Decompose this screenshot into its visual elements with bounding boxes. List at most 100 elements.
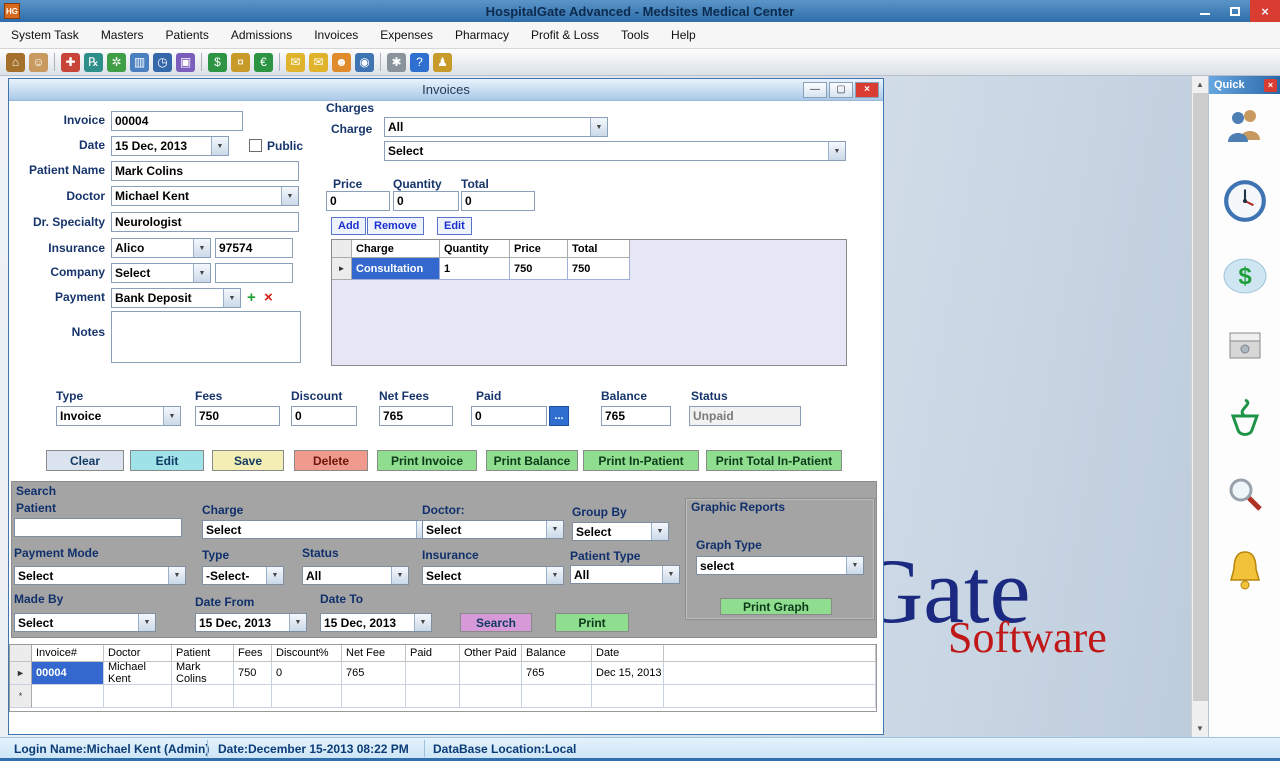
chevron-down-icon[interactable]: ▼ bbox=[828, 142, 845, 160]
print-graph-button[interactable]: Print Graph bbox=[720, 598, 832, 615]
child-restore-button[interactable]: ▢ bbox=[829, 82, 853, 98]
print-total-inpatient-button[interactable]: Print Total In-Patient bbox=[706, 450, 842, 471]
payment-mode-combo[interactable]: Select ▼ bbox=[14, 566, 186, 585]
cash-icon[interactable]: ¤ bbox=[231, 53, 250, 72]
search-doctor-combo[interactable]: Select ▼ bbox=[422, 520, 564, 539]
remove-payment-icon[interactable]: × bbox=[264, 290, 273, 305]
chevron-down-icon[interactable]: ▼ bbox=[846, 557, 863, 574]
results-grid-row[interactable]: ► 00004 Michael Kent Mark Colins 750 0 7… bbox=[10, 662, 876, 685]
web-icon[interactable]: ◉ bbox=[355, 53, 374, 72]
search-insurance-combo[interactable]: Select ▼ bbox=[422, 566, 564, 585]
chevron-down-icon[interactable]: ▼ bbox=[651, 523, 668, 540]
graph-type-combo[interactable]: select ▼ bbox=[696, 556, 864, 575]
chat-icon[interactable]: ✉ bbox=[309, 53, 328, 72]
print-button[interactable]: Print bbox=[555, 613, 629, 632]
user-icon[interactable]: ♟ bbox=[433, 53, 452, 72]
maximize-button[interactable] bbox=[1220, 0, 1250, 22]
notes-field[interactable] bbox=[111, 311, 301, 363]
child-close-button[interactable]: × bbox=[855, 82, 879, 98]
billing-icon[interactable]: $ bbox=[1222, 256, 1268, 301]
tools-icon[interactable]: ✱ bbox=[387, 53, 406, 72]
imaging-icon[interactable]: ▣ bbox=[176, 53, 195, 72]
menu-admissions[interactable]: Admissions bbox=[220, 23, 303, 47]
print-balance-button[interactable]: Print Balance bbox=[486, 450, 578, 471]
charge-filter-combo[interactable]: All ▼ bbox=[384, 117, 608, 137]
chevron-down-icon[interactable]: ▼ bbox=[414, 614, 431, 631]
search-type-combo[interactable]: -Select- ▼ bbox=[202, 566, 284, 585]
menu-pharmacy[interactable]: Pharmacy bbox=[444, 23, 520, 47]
col-fees[interactable]: Fees bbox=[234, 645, 272, 662]
delete-button[interactable]: Delete bbox=[294, 450, 368, 471]
print-inpatient-button[interactable]: Print In-Patient bbox=[583, 450, 699, 471]
edit-charge-button[interactable]: Edit bbox=[437, 217, 472, 235]
save-button[interactable]: Save bbox=[212, 450, 284, 471]
quick-close-icon[interactable]: × bbox=[1264, 79, 1277, 92]
staff-icon[interactable] bbox=[1223, 106, 1267, 151]
chevron-down-icon[interactable]: ▼ bbox=[662, 566, 679, 583]
date-from-picker[interactable]: 15 Dec, 2013 ▼ bbox=[195, 613, 307, 632]
insurance-combo[interactable]: Alico ▼ bbox=[111, 238, 211, 258]
help-icon[interactable]: ? bbox=[410, 53, 429, 72]
message-icon[interactable]: ✉ bbox=[286, 53, 305, 72]
chevron-down-icon[interactable]: ▼ bbox=[546, 567, 563, 584]
prescription-icon[interactable]: ℞ bbox=[84, 53, 103, 72]
edit-button[interactable]: Edit bbox=[130, 450, 204, 471]
scrollbar-thumb[interactable] bbox=[1193, 93, 1208, 701]
charge-total-field[interactable]: 0 bbox=[461, 191, 535, 211]
col-doctor[interactable]: Doctor bbox=[104, 645, 172, 662]
col-charge[interactable]: Charge bbox=[352, 240, 440, 258]
insurance-number-field[interactable]: 97574 bbox=[215, 238, 293, 258]
col-date[interactable]: Date bbox=[592, 645, 664, 662]
balance-field[interactable]: 765 bbox=[601, 406, 671, 426]
search-patient-input[interactable] bbox=[14, 518, 182, 537]
row-selector[interactable]: ► bbox=[332, 258, 352, 280]
row-selector[interactable]: ► bbox=[10, 662, 32, 685]
invoice-number-field[interactable]: 00004 bbox=[111, 111, 243, 131]
mdi-scrollbar[interactable]: ▲ ▼ bbox=[1191, 76, 1208, 737]
chevron-down-icon[interactable]: ▼ bbox=[391, 567, 408, 584]
menu-tools[interactable]: Tools bbox=[610, 23, 660, 47]
col-other-paid[interactable]: Other Paid bbox=[460, 645, 522, 662]
add-patient-icon[interactable]: ☺ bbox=[29, 53, 48, 72]
reports-icon[interactable]: ▥ bbox=[130, 53, 149, 72]
search-icon[interactable] bbox=[1224, 474, 1266, 521]
injection-icon[interactable]: ✚ bbox=[61, 53, 80, 72]
menu-help[interactable]: Help bbox=[660, 23, 707, 47]
col-total[interactable]: Total bbox=[568, 240, 630, 258]
discount-field[interactable]: 0 bbox=[291, 406, 357, 426]
col-invoice-number[interactable]: Invoice# bbox=[32, 645, 104, 662]
chevron-down-icon[interactable]: ▼ bbox=[590, 118, 607, 136]
chevron-down-icon[interactable]: ▼ bbox=[193, 264, 210, 282]
pharmacy-icon[interactable] bbox=[1225, 396, 1265, 447]
search-groupby-combo[interactable]: Select ▼ bbox=[572, 522, 669, 541]
patient-type-combo[interactable]: All ▼ bbox=[570, 565, 680, 584]
col-price[interactable]: Price bbox=[510, 240, 568, 258]
paid-field[interactable]: 0 bbox=[471, 406, 547, 426]
menu-patients[interactable]: Patients bbox=[155, 23, 220, 47]
add-payment-icon[interactable]: + bbox=[247, 290, 256, 305]
clear-button[interactable]: Clear bbox=[46, 450, 124, 471]
chevron-down-icon[interactable]: ▼ bbox=[211, 137, 228, 155]
date-to-picker[interactable]: 15 Dec, 2013 ▼ bbox=[320, 613, 432, 632]
menu-expenses[interactable]: Expenses bbox=[369, 23, 444, 47]
date-picker[interactable]: 15 Dec, 2013 ▼ bbox=[111, 136, 229, 156]
menu-profit-loss[interactable]: Profit & Loss bbox=[520, 23, 610, 47]
schedule-icon[interactable]: ◷ bbox=[153, 53, 172, 72]
scroll-up-icon[interactable]: ▲ bbox=[1192, 76, 1208, 93]
chevron-down-icon[interactable]: ▼ bbox=[138, 614, 155, 631]
hospital-icon[interactable]: ⌂ bbox=[6, 53, 25, 72]
netfees-field[interactable]: 765 bbox=[379, 406, 453, 426]
quantity-field[interactable]: 0 bbox=[393, 191, 459, 211]
close-button[interactable]: × bbox=[1250, 0, 1280, 22]
clock-icon[interactable] bbox=[1222, 178, 1268, 229]
child-minimize-button[interactable]: — bbox=[803, 82, 827, 98]
col-patient[interactable]: Patient bbox=[172, 645, 234, 662]
search-button[interactable]: Search bbox=[460, 613, 532, 632]
col-balance[interactable]: Balance bbox=[522, 645, 592, 662]
paid-more-button[interactable]: ... bbox=[549, 406, 569, 426]
made-by-combo[interactable]: Select ▼ bbox=[14, 613, 156, 632]
add-charge-button[interactable]: Add bbox=[331, 217, 366, 235]
col-discount[interactable]: Discount% bbox=[272, 645, 342, 662]
public-checkbox[interactable] bbox=[249, 139, 262, 152]
doctor-combo[interactable]: Michael Kent ▼ bbox=[111, 186, 299, 206]
